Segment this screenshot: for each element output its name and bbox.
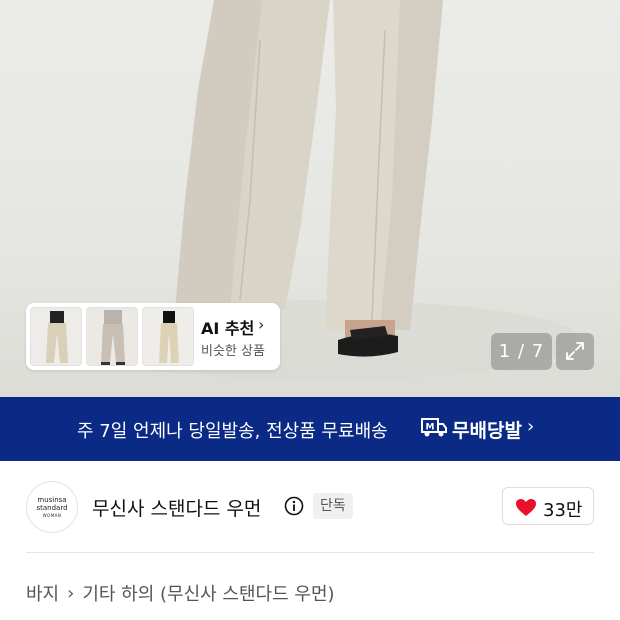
delivery-logo-letter: M: [426, 423, 435, 433]
info-icon[interactable]: [284, 496, 304, 516]
like-button[interactable]: 33만: [502, 487, 594, 525]
ai-recommend-title: AI 추천: [201, 319, 255, 338]
brand-logo-line: standard: [36, 504, 68, 512]
breadcrumb-item[interactable]: 바지: [26, 580, 59, 606]
image-counter: 1 / 7: [491, 333, 552, 370]
delivery-truck-icon: M: [421, 418, 447, 437]
expand-image-button[interactable]: [556, 333, 594, 370]
brand-logo[interactable]: musinsa standard WOMAN: [26, 481, 78, 533]
chevron-right-icon: ›: [527, 416, 535, 437]
similar-product-thumbnail[interactable]: [142, 307, 194, 366]
delivery-banner-text: 주 7일 언제나 당일발송, 전상품 무료배송: [77, 421, 388, 442]
product-page: AI 추천 › 비슷한 상품 1 / 7 주 7일 언제나 당일발송, 전상품 …: [0, 0, 620, 620]
divider: [26, 552, 594, 553]
ai-recommend-card[interactable]: AI 추천 › 비슷한 상품: [26, 303, 280, 370]
product-image-gallery[interactable]: AI 추천 › 비슷한 상품 1 / 7: [0, 0, 620, 397]
ai-recommend-subtitle: 비슷한 상품: [201, 344, 265, 359]
delivery-brand-label: 무배당발: [452, 420, 522, 442]
brand-row: musinsa standard WOMAN 무신사 스탠다드 우먼 단독 33…: [0, 461, 620, 552]
similar-product-thumbnail[interactable]: [30, 307, 82, 366]
brand-logo-line: WOMAN: [42, 513, 62, 518]
chevron-right-icon: ›: [258, 315, 265, 334]
chevron-right-icon: ›: [67, 582, 75, 604]
delivery-banner[interactable]: 주 7일 언제나 당일발송, 전상품 무료배송 M 무배당발 ›: [0, 397, 620, 461]
heart-icon: [516, 499, 536, 516]
like-count: 33만: [543, 500, 583, 521]
breadcrumb: 바지 › 기타 하의 (무신사 스탠다드 우먼): [26, 580, 335, 606]
breadcrumb-item[interactable]: 기타 하의 (무신사 스탠다드 우먼): [82, 580, 334, 606]
brand-name-link[interactable]: 무신사 스탠다드 우먼: [92, 494, 261, 521]
exclusive-badge: 단독: [313, 493, 353, 519]
brand-logo-line: musinsa: [37, 496, 67, 504]
similar-product-thumbnail[interactable]: [86, 307, 138, 366]
expand-icon: [566, 342, 584, 360]
